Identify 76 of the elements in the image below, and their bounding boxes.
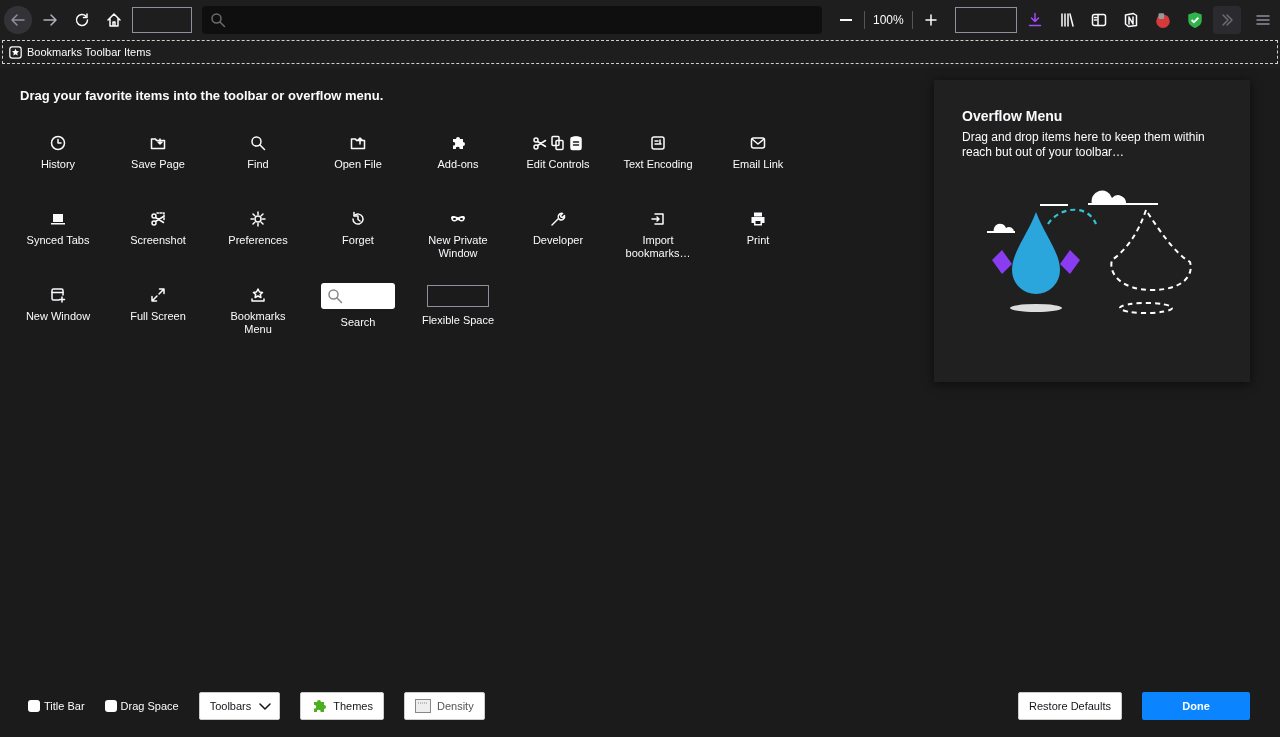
wrench-icon	[550, 211, 566, 227]
laptop-icon	[50, 211, 66, 227]
puzzle-icon	[311, 698, 328, 714]
palette-item[interactable]: New Private Window	[408, 211, 508, 287]
palette-item[interactable]: Flexible Space	[408, 287, 508, 363]
gear-icon	[250, 211, 266, 227]
import-icon	[650, 211, 666, 227]
folder-upload-icon	[350, 135, 366, 151]
puzzle-icon	[450, 135, 466, 151]
palette-item[interactable]: History	[8, 135, 108, 211]
search-icon	[250, 135, 266, 151]
palette-item[interactable]: Text Encoding	[608, 135, 708, 211]
library-icon	[1058, 12, 1075, 28]
sidebar-icon	[1090, 12, 1107, 28]
bookmarks-toolbar-label: Bookmarks Toolbar Items	[27, 46, 151, 58]
flexible-space[interactable]	[954, 7, 1017, 33]
search-icon	[210, 12, 226, 28]
clipboard-icon	[568, 135, 584, 151]
palette-item[interactable]: Developer	[508, 211, 608, 287]
download-icon	[1026, 12, 1043, 28]
palette-item[interactable]: Email Link	[708, 135, 808, 211]
palette-item[interactable]: Find	[208, 135, 308, 211]
forward-arrow-icon	[42, 12, 58, 28]
clock-icon	[50, 135, 66, 151]
minus-icon	[840, 19, 852, 21]
history-arrow-icon	[350, 211, 366, 227]
extension-icon	[1153, 11, 1172, 29]
scissors-icon	[532, 135, 548, 151]
toolbars-dropdown[interactable]: Toolbars	[198, 692, 281, 720]
panel-description: Drag and drop items here to keep them within reach but out of your toolbar…	[962, 130, 1206, 160]
envelope-icon	[750, 135, 766, 151]
checkbox[interactable]	[28, 700, 40, 712]
density-icon	[414, 699, 431, 713]
flexible-space-preview	[427, 285, 489, 307]
palette-item[interactable]: Edit Controls	[508, 135, 608, 211]
checkbox-option[interactable]: Drag Space	[104, 700, 179, 712]
palette-item[interactable]: Full Screen	[108, 287, 208, 363]
palette-item[interactable]: Forget	[308, 211, 408, 287]
palette-heading: Drag your favorite items into the toolbar or overflow menu.	[20, 88, 385, 103]
scissors-icon	[150, 211, 166, 227]
themes-button[interactable]: Themes	[300, 692, 384, 720]
checkbox-option[interactable]: Title Bar	[28, 700, 85, 712]
palette-item[interactable]: Preferences	[208, 211, 308, 287]
palette-item[interactable]: Save Page	[108, 135, 208, 211]
flexible-space[interactable]	[132, 7, 192, 33]
restore-defaults-button[interactable]: Restore Defaults	[1018, 692, 1122, 720]
checkbox[interactable]	[104, 700, 117, 712]
back-arrow-icon	[10, 12, 26, 28]
palette-item[interactable]: Bookmarks Menu	[208, 287, 308, 363]
search-icon	[327, 288, 343, 304]
palette-item[interactable]: Synced Tabs	[8, 211, 108, 287]
density-button[interactable]: Density	[403, 692, 485, 720]
back-button[interactable]	[4, 6, 32, 34]
copy-icon	[550, 135, 566, 151]
palette-item[interactable]: Open File	[308, 135, 408, 211]
palette-item[interactable]: Print	[708, 211, 808, 287]
notebook-icon	[1122, 12, 1139, 28]
palette-item[interactable]: Screenshot	[108, 211, 208, 287]
expand-arrows-icon	[150, 287, 166, 303]
done-button[interactable]: Done	[1142, 692, 1250, 720]
menu-icon	[1254, 12, 1271, 28]
star-tray-icon	[250, 287, 266, 303]
home-icon	[106, 12, 122, 28]
window-plus-icon	[50, 287, 66, 303]
text-box-icon	[650, 135, 666, 151]
reload-icon	[74, 12, 90, 28]
palette-item[interactable]: New Window	[8, 287, 108, 363]
folder-download-icon	[150, 135, 166, 151]
palette-item[interactable]: Import bookmarks…	[608, 211, 708, 287]
zoom-level[interactable]: 100%	[864, 11, 913, 29]
palette-item[interactable]: Search	[308, 287, 408, 363]
plus-icon	[922, 12, 939, 28]
printer-icon	[750, 211, 766, 227]
shield-check-icon	[1185, 11, 1204, 29]
panel-title: Overflow Menu	[962, 108, 1064, 124]
palette-item[interactable]: Add-ons	[408, 135, 508, 211]
